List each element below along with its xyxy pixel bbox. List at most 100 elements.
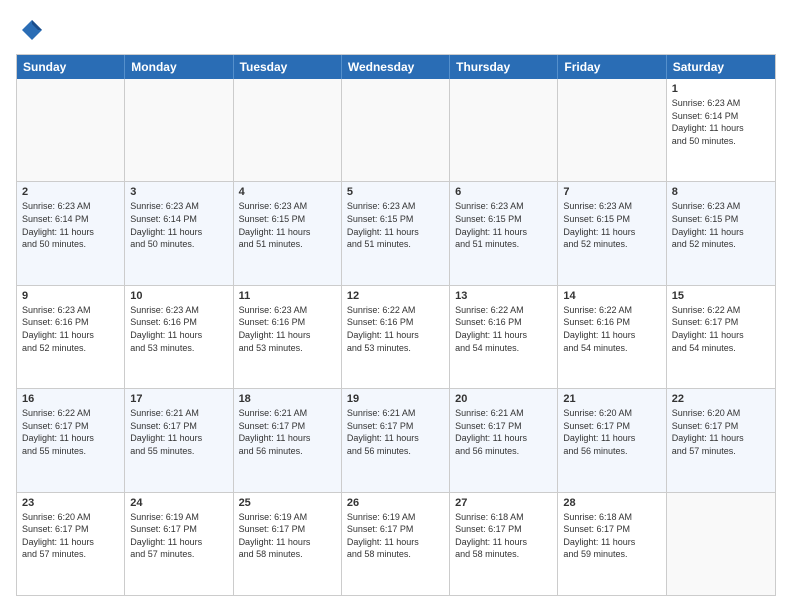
day-info: Sunrise: 6:19 AM Sunset: 6:17 PM Dayligh… <box>239 511 336 561</box>
calendar-cell-w1d1: 3 Sunrise: 6:23 AM Sunset: 6:14 PM Daylig… <box>125 182 233 284</box>
day-number: 22 <box>672 393 770 405</box>
calendar-cell-w1d2: 4 Sunrise: 6:23 AM Sunset: 6:15 PM Daylig… <box>234 182 342 284</box>
calendar-row-4: 23Sunrise: 6:20 AM Sunset: 6:17 PM Dayli… <box>17 492 775 595</box>
calendar-cell-w0d2 <box>234 79 342 181</box>
day-number: 4 <box>239 186 336 198</box>
day-info: Sunrise: 6:22 AM Sunset: 6:17 PM Dayligh… <box>672 304 770 354</box>
day-number: 6 <box>455 186 552 198</box>
calendar-row-1: 2 Sunrise: 6:23 AM Sunset: 6:14 PM Daylig… <box>17 181 775 284</box>
day-number: 24 <box>130 497 227 509</box>
calendar-cell-w2d0: 9 Sunrise: 6:23 AM Sunset: 6:16 PM Daylig… <box>17 286 125 388</box>
day-info: Sunrise: 6:20 AM Sunset: 6:17 PM Dayligh… <box>563 407 660 457</box>
header-day-tuesday: Tuesday <box>234 55 342 79</box>
day-info: Sunrise: 6:23 AM Sunset: 6:14 PM Dayligh… <box>672 97 770 147</box>
day-number: 5 <box>347 186 444 198</box>
day-info: Sunrise: 6:19 AM Sunset: 6:17 PM Dayligh… <box>347 511 444 561</box>
calendar-cell-w2d5: 14 Sunrise: 6:22 AM Sunset: 6:16 PM Dayli… <box>558 286 666 388</box>
calendar-cell-w0d4 <box>450 79 558 181</box>
calendar-cell-w3d3: 19 Sunrise: 6:21 AM Sunset: 6:17 PM Dayli… <box>342 389 450 491</box>
day-number: 14 <box>563 290 660 302</box>
day-number: 9 <box>22 290 119 302</box>
calendar-cell-w4d2: 25 Sunrise: 6:19 AM Sunset: 6:17 PM Dayli… <box>234 493 342 595</box>
day-info: Sunrise: 6:21 AM Sunset: 6:17 PM Dayligh… <box>347 407 444 457</box>
day-number: 21 <box>563 393 660 405</box>
day-number: 12 <box>347 290 444 302</box>
day-info: Sunrise: 6:23 AM Sunset: 6:15 PM Dayligh… <box>672 200 770 250</box>
day-number: 1 <box>672 83 770 95</box>
calendar-cell-w1d3: 5Sunrise: 6:23 AM Sunset: 6:15 PM Daylig… <box>342 182 450 284</box>
day-info: Sunrise: 6:22 AM Sunset: 6:16 PM Dayligh… <box>347 304 444 354</box>
calendar-header: SundayMondayTuesdayWednesdayThursdayFrid… <box>17 55 775 79</box>
day-number: 18 <box>239 393 336 405</box>
header-day-thursday: Thursday <box>450 55 558 79</box>
header-day-saturday: Saturday <box>667 55 775 79</box>
calendar-cell-w3d4: 20 Sunrise: 6:21 AM Sunset: 6:17 PM Dayli… <box>450 389 558 491</box>
day-info: Sunrise: 6:21 AM Sunset: 6:17 PM Dayligh… <box>130 407 227 457</box>
calendar-cell-w0d5 <box>558 79 666 181</box>
header <box>16 16 776 44</box>
day-info: Sunrise: 6:23 AM Sunset: 6:15 PM Dayligh… <box>239 200 336 250</box>
calendar-cell-w0d0 <box>17 79 125 181</box>
day-info: Sunrise: 6:22 AM Sunset: 6:16 PM Dayligh… <box>455 304 552 354</box>
calendar-cell-w0d3 <box>342 79 450 181</box>
calendar-cell-w3d2: 18 Sunrise: 6:21 AM Sunset: 6:17 PM Dayli… <box>234 389 342 491</box>
day-info: Sunrise: 6:23 AM Sunset: 6:15 PM Dayligh… <box>455 200 552 250</box>
calendar: SundayMondayTuesdayWednesdayThursdayFrid… <box>16 54 776 596</box>
calendar-cell-w3d0: 16Sunrise: 6:22 AM Sunset: 6:17 PM Dayli… <box>17 389 125 491</box>
calendar-cell-w4d4: 27 Sunrise: 6:18 AM Sunset: 6:17 PM Dayli… <box>450 493 558 595</box>
header-day-friday: Friday <box>558 55 666 79</box>
calendar-cell-w3d1: 17 Sunrise: 6:21 AM Sunset: 6:17 PM Dayli… <box>125 389 233 491</box>
header-day-wednesday: Wednesday <box>342 55 450 79</box>
calendar-cell-w2d1: 10Sunrise: 6:23 AM Sunset: 6:16 PM Dayli… <box>125 286 233 388</box>
day-number: 27 <box>455 497 552 509</box>
day-info: Sunrise: 6:20 AM Sunset: 6:17 PM Dayligh… <box>22 511 119 561</box>
calendar-cell-w4d3: 26 Sunrise: 6:19 AM Sunset: 6:17 PM Dayli… <box>342 493 450 595</box>
day-number: 28 <box>563 497 660 509</box>
day-number: 7 <box>563 186 660 198</box>
day-info: Sunrise: 6:23 AM Sunset: 6:16 PM Dayligh… <box>239 304 336 354</box>
day-number: 15 <box>672 290 770 302</box>
calendar-row-2: 9 Sunrise: 6:23 AM Sunset: 6:16 PM Daylig… <box>17 285 775 388</box>
day-number: 26 <box>347 497 444 509</box>
day-number: 17 <box>130 393 227 405</box>
calendar-cell-w4d0: 23Sunrise: 6:20 AM Sunset: 6:17 PM Dayli… <box>17 493 125 595</box>
calendar-cell-w3d5: 21 Sunrise: 6:20 AM Sunset: 6:17 PM Dayli… <box>558 389 666 491</box>
day-number: 13 <box>455 290 552 302</box>
day-number: 3 <box>130 186 227 198</box>
day-number: 20 <box>455 393 552 405</box>
day-number: 25 <box>239 497 336 509</box>
day-info: Sunrise: 6:21 AM Sunset: 6:17 PM Dayligh… <box>239 407 336 457</box>
calendar-cell-w1d4: 6 Sunrise: 6:23 AM Sunset: 6:15 PM Daylig… <box>450 182 558 284</box>
day-number: 19 <box>347 393 444 405</box>
calendar-body: 1 Sunrise: 6:23 AM Sunset: 6:14 PM Daylig… <box>17 79 775 595</box>
day-info: Sunrise: 6:23 AM Sunset: 6:16 PM Dayligh… <box>22 304 119 354</box>
day-info: Sunrise: 6:19 AM Sunset: 6:17 PM Dayligh… <box>130 511 227 561</box>
header-day-monday: Monday <box>125 55 233 79</box>
calendar-cell-w4d5: 28 Sunrise: 6:18 AM Sunset: 6:17 PM Dayli… <box>558 493 666 595</box>
day-number: 2 <box>22 186 119 198</box>
day-info: Sunrise: 6:21 AM Sunset: 6:17 PM Dayligh… <box>455 407 552 457</box>
day-info: Sunrise: 6:23 AM Sunset: 6:15 PM Dayligh… <box>563 200 660 250</box>
header-day-sunday: Sunday <box>17 55 125 79</box>
day-info: Sunrise: 6:22 AM Sunset: 6:16 PM Dayligh… <box>563 304 660 354</box>
day-number: 16 <box>22 393 119 405</box>
calendar-cell-w0d1 <box>125 79 233 181</box>
calendar-cell-w0d6: 1 Sunrise: 6:23 AM Sunset: 6:14 PM Daylig… <box>667 79 775 181</box>
day-info: Sunrise: 6:23 AM Sunset: 6:14 PM Dayligh… <box>22 200 119 250</box>
day-info: Sunrise: 6:23 AM Sunset: 6:14 PM Dayligh… <box>130 200 227 250</box>
calendar-cell-w4d6 <box>667 493 775 595</box>
calendar-cell-w1d5: 7 Sunrise: 6:23 AM Sunset: 6:15 PM Daylig… <box>558 182 666 284</box>
logo-icon <box>16 16 44 44</box>
day-info: Sunrise: 6:23 AM Sunset: 6:16 PM Dayligh… <box>130 304 227 354</box>
day-info: Sunrise: 6:18 AM Sunset: 6:17 PM Dayligh… <box>563 511 660 561</box>
calendar-cell-w2d3: 12 Sunrise: 6:22 AM Sunset: 6:16 PM Dayli… <box>342 286 450 388</box>
day-info: Sunrise: 6:18 AM Sunset: 6:17 PM Dayligh… <box>455 511 552 561</box>
calendar-cell-w4d1: 24 Sunrise: 6:19 AM Sunset: 6:17 PM Dayli… <box>125 493 233 595</box>
calendar-row-3: 16Sunrise: 6:22 AM Sunset: 6:17 PM Dayli… <box>17 388 775 491</box>
calendar-cell-w3d6: 22Sunrise: 6:20 AM Sunset: 6:17 PM Dayli… <box>667 389 775 491</box>
calendar-cell-w2d4: 13 Sunrise: 6:22 AM Sunset: 6:16 PM Dayli… <box>450 286 558 388</box>
calendar-cell-w2d6: 15 Sunrise: 6:22 AM Sunset: 6:17 PM Dayli… <box>667 286 775 388</box>
calendar-cell-w1d0: 2 Sunrise: 6:23 AM Sunset: 6:14 PM Daylig… <box>17 182 125 284</box>
day-number: 11 <box>239 290 336 302</box>
calendar-row-0: 1 Sunrise: 6:23 AM Sunset: 6:14 PM Daylig… <box>17 79 775 181</box>
